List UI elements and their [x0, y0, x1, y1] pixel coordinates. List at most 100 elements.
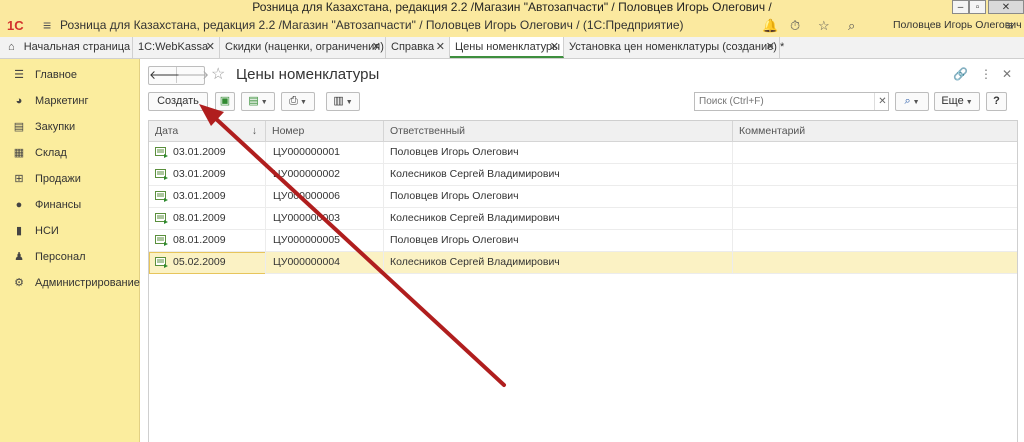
chevron-down-icon: ▼: [299, 99, 307, 106]
sidebar-item-label: Администрирование: [35, 277, 140, 289]
tab-label: Скидки (наценки, ограничения): [225, 41, 384, 53]
copy-doc-icon: ▣: [219, 95, 231, 107]
sidebar-item-main[interactable]: ☰ Главное: [0, 65, 139, 85]
cell-number: ЦУ000000006: [266, 186, 384, 208]
close-form-icon[interactable]: ✕: [1002, 67, 1012, 81]
tab-item-prices[interactable]: Цены номенклатуры ✕: [450, 37, 564, 58]
sidebar-item-finance[interactable]: ● Финансы: [0, 195, 139, 215]
cell-date: 03.01.2009: [149, 186, 266, 208]
documents-table: Дата ↓ Номер Ответственный Комментарий 0…: [148, 120, 1018, 442]
sidebar-item-nsi[interactable]: ▮ НСИ: [0, 221, 139, 241]
cell-responsible: Колесников Сергей Владимирович: [384, 164, 733, 186]
column-header-date[interactable]: Дата ↓: [149, 121, 266, 141]
sidebar-item-purchases[interactable]: ▤ Закупки: [0, 117, 139, 137]
table-row[interactable]: 08.01.2009 ЦУ000000005 Половцев Игорь Ол…: [149, 230, 1017, 252]
bell-icon[interactable]: 🔔: [762, 18, 778, 34]
sidebar-item-label: Персонал: [35, 251, 86, 263]
cell-date: 05.02.2009: [149, 252, 266, 274]
column-header-responsible[interactable]: Ответственный: [384, 121, 733, 141]
sidebar-item-warehouse[interactable]: ▦ Склад: [0, 143, 139, 163]
main-menu-icon[interactable]: ≡: [43, 17, 51, 33]
tab-help[interactable]: Справка ✕: [386, 37, 450, 58]
sidebar-item-sales[interactable]: ⊞ Продажи: [0, 169, 139, 189]
table-row-selected[interactable]: 05.02.2009 ЦУ000000004 Колесников Сергей…: [149, 252, 1017, 274]
menu-icon: ☰: [14, 69, 24, 81]
table-row[interactable]: 08.01.2009 ЦУ000000003 Колесников Сергей…: [149, 208, 1017, 230]
create-button[interactable]: Создать: [148, 92, 208, 111]
search-icon[interactable]: ⌕: [848, 18, 855, 34]
cell-date: 03.01.2009: [149, 164, 266, 186]
table-row[interactable]: 03.01.2009 ЦУ000000006 Половцев Игорь Ол…: [149, 186, 1017, 208]
sidebar-item-staff[interactable]: ♟ Персонал: [0, 247, 139, 267]
copy-document-button[interactable]: ▣: [215, 92, 235, 111]
sidebar-item-admin[interactable]: ⚙ Администрирование: [0, 273, 140, 293]
cell-date: 08.01.2009: [149, 230, 266, 252]
main-content: 🡐 🡒 ☆ Цены номенклатуры 🔗 ⋮ ✕ Создать ▣ …: [140, 59, 1024, 442]
create-based-on-button[interactable]: ▤ ▼: [241, 92, 275, 111]
column-header-number[interactable]: Номер: [266, 121, 384, 141]
tab-home[interactable]: ⌂ Начальная страница: [0, 37, 133, 58]
table-row[interactable]: 03.01.2009 ЦУ000000002 Колесников Сергей…: [149, 164, 1017, 186]
window-title: Розница для Казахстана, редакция 2.2 /Ма…: [252, 0, 772, 14]
close-icon[interactable]: ✕: [988, 0, 1024, 14]
close-tab-icon[interactable]: ✕: [550, 37, 559, 57]
tab-webkassa[interactable]: 1С:WebKassa ✕: [133, 37, 220, 58]
minimize-icon[interactable]: –: [952, 0, 969, 14]
close-tab-icon[interactable]: ✕: [436, 37, 445, 57]
settings-menu-icon[interactable]: ≡: [1006, 18, 1014, 33]
more-label: Еще: [941, 95, 964, 107]
cell-number: ЦУ000000004: [266, 252, 384, 274]
tab-label: Справка: [391, 41, 435, 53]
column-header-comment[interactable]: Комментарий: [733, 121, 1017, 141]
purchases-icon: ▤: [13, 121, 25, 133]
gear-icon: ⚙: [14, 277, 24, 289]
forward-arrow-icon[interactable]: 🡒: [177, 67, 209, 83]
more-vertical-icon[interactable]: ⋮: [980, 67, 992, 81]
cell-number: ЦУ000000001: [266, 142, 384, 164]
close-tab-icon[interactable]: ✕: [766, 37, 775, 57]
tabs-bar: ⌂ Начальная страница 1С:WebKassa ✕ Скидк…: [0, 37, 1024, 59]
star-icon[interactable]: ☆: [818, 18, 830, 34]
app-logo: 1С: [7, 18, 24, 33]
reports-button[interactable]: ▥ ▼: [326, 92, 360, 111]
cell-number: ЦУ000000002: [266, 164, 384, 186]
search-input[interactable]: [694, 92, 889, 111]
cell-number: ЦУ000000003: [266, 208, 384, 230]
maximize-icon[interactable]: ▫: [969, 0, 986, 14]
column-label: Дата: [155, 125, 179, 137]
print-button[interactable]: ⎙ ▼: [281, 92, 315, 111]
chevron-down-icon: ▼: [260, 99, 268, 106]
app-bar: 1С ≡ Розница для Казахстана, редакция 2.…: [0, 15, 1024, 37]
tab-label: Цены номенклатуры: [455, 41, 561, 53]
cell-date: 08.01.2009: [149, 208, 266, 230]
cell-responsible: Колесников Сергей Владимирович: [384, 252, 733, 274]
create-based-icon: ▤: [248, 95, 259, 107]
tab-set-prices[interactable]: Установка цен номенклатуры (создание) * …: [564, 37, 784, 58]
person-icon: ♟: [14, 251, 24, 263]
help-button[interactable]: ?: [986, 92, 1007, 111]
close-tab-icon[interactable]: ✕: [206, 37, 215, 57]
tab-label: Установка цен номенклатуры (создание) *: [569, 41, 785, 53]
page-title: Цены номенклатуры: [236, 66, 380, 83]
chevron-down-icon: ▼: [345, 99, 353, 106]
favorite-star-icon[interactable]: ☆: [211, 64, 225, 84]
clear-search-icon[interactable]: ✕: [874, 93, 890, 110]
sidebar: ☰ Главное ◕ Маркетинг ▤ Закупки ▦ Склад …: [0, 59, 140, 442]
history-icon[interactable]: ⏱: [790, 18, 800, 34]
cell-comment: [733, 142, 1017, 164]
tab-discounts[interactable]: Скидки (наценки, ограничения) ✕: [220, 37, 386, 58]
link-icon[interactable]: 🔗: [953, 67, 968, 81]
printer-icon: ⎙: [289, 95, 298, 107]
sidebar-item-label: НСИ: [35, 225, 59, 237]
sidebar-item-marketing[interactable]: ◕ Маркетинг: [0, 91, 139, 111]
cell-comment: [733, 252, 1017, 274]
search-icon: ⌕: [904, 95, 911, 107]
more-button[interactable]: Еще ▼: [934, 92, 980, 111]
search-button[interactable]: ⌕ ▼: [895, 92, 929, 111]
table-row[interactable]: 03.01.2009 ЦУ000000001 Половцев Игорь Ол…: [149, 142, 1017, 164]
close-tab-icon[interactable]: ✕: [372, 37, 381, 57]
cell-responsible: Половцев Игорь Олегович: [384, 142, 733, 164]
current-user[interactable]: Половцев Игорь Олегович: [893, 19, 1022, 31]
back-arrow-icon[interactable]: 🡐: [149, 67, 181, 83]
sidebar-item-label: Продажи: [35, 173, 81, 185]
